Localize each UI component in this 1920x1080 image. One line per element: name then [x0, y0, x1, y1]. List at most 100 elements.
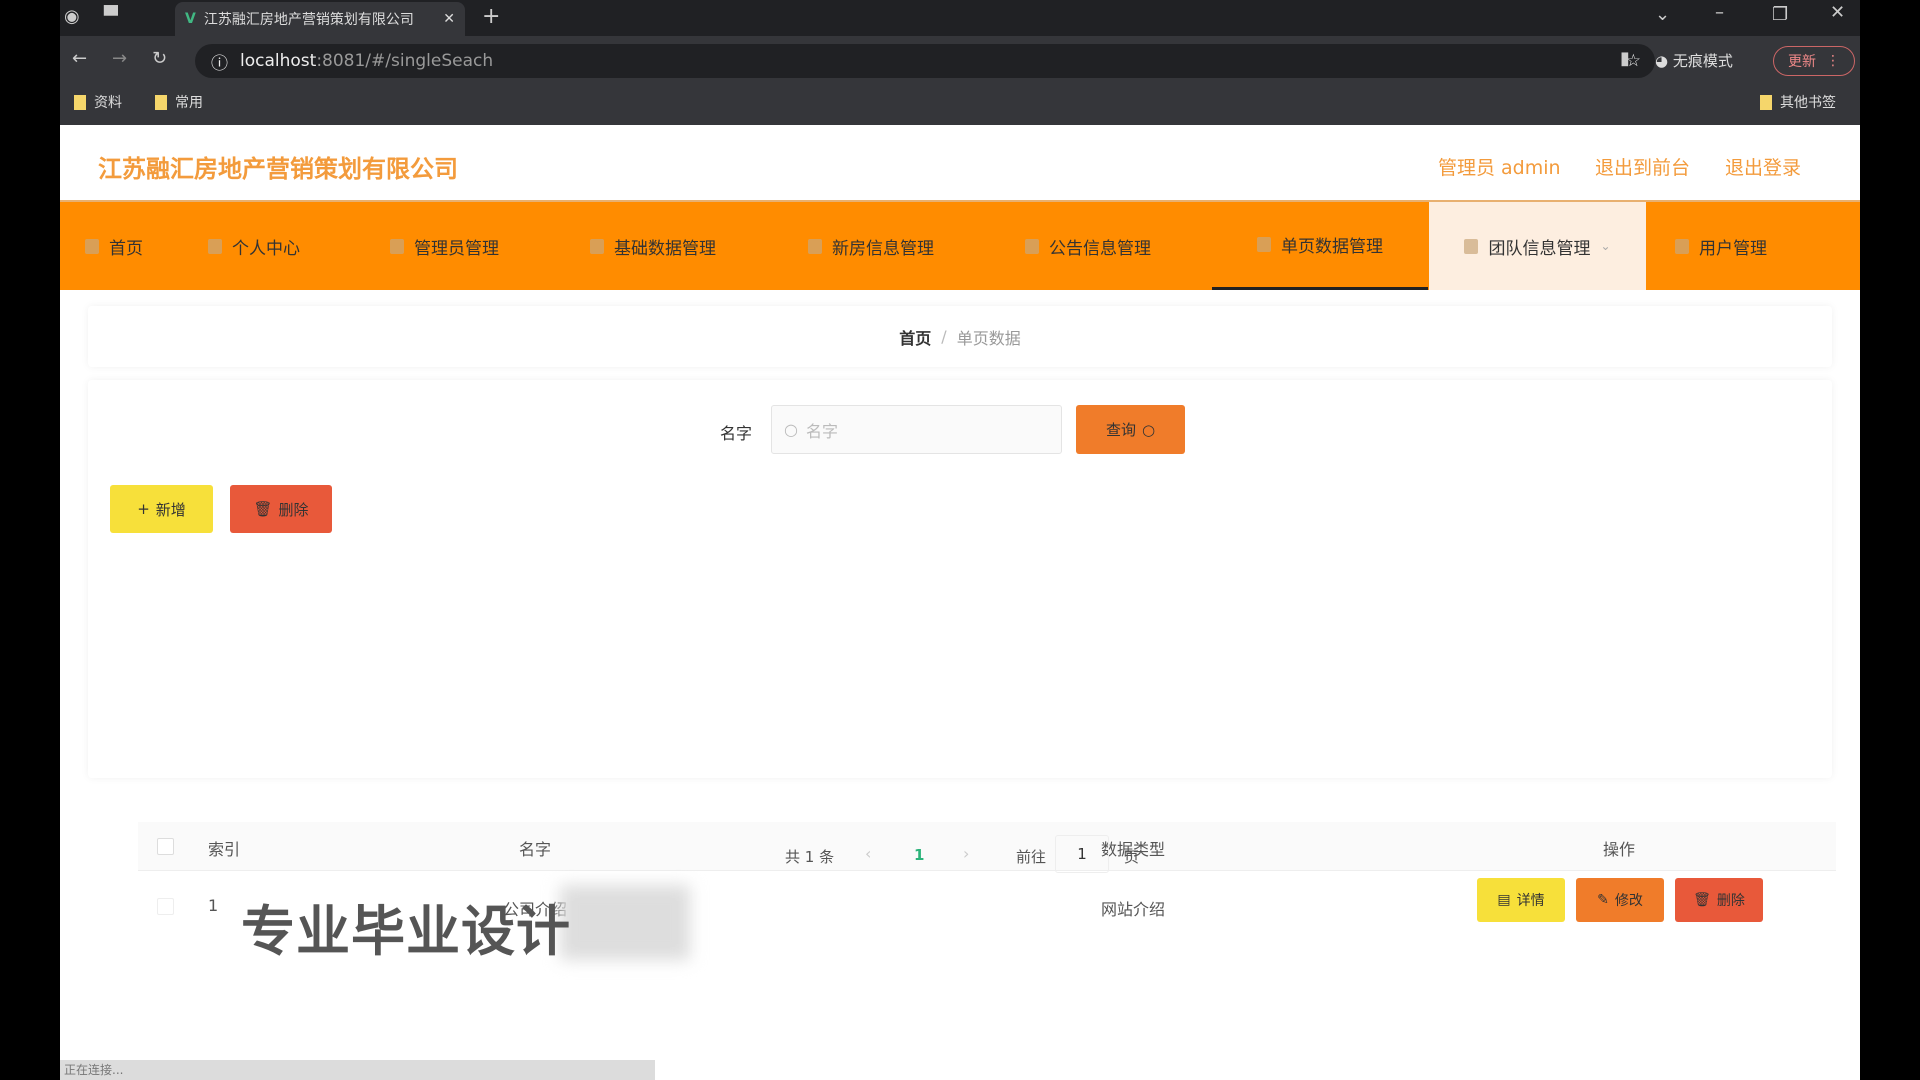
data-icon	[590, 238, 604, 254]
other-bookmarks[interactable]: 其他书签	[1760, 92, 1836, 112]
select-all-checkbox[interactable]	[157, 838, 174, 855]
nav-new-house[interactable]: 新房信息管理	[808, 202, 934, 290]
blurred-overlay	[560, 885, 690, 960]
pagination-total: 共 1 条	[785, 848, 835, 866]
nav-label: 公告信息管理	[1049, 238, 1151, 259]
notice-icon	[1025, 238, 1039, 254]
browser-tab[interactable]: V 江苏融汇房地产营销策划有限公司 ✕	[175, 2, 465, 36]
tab-title: 江苏融汇房地产营销策划有限公司	[203, 12, 414, 28]
page-icon	[1257, 237, 1271, 252]
goto-page-input[interactable]: 1	[1055, 835, 1109, 873]
nav-label: 用户管理	[1699, 238, 1767, 259]
nav-label: 基础数据管理	[614, 238, 716, 259]
watermark: 专业毕业设计	[241, 900, 571, 963]
incognito-label: 无痕模式	[1672, 52, 1733, 70]
minimize-icon[interactable]: –	[1715, 2, 1724, 23]
add-label: 新增	[155, 500, 186, 519]
nav-label: 单页数据管理	[1281, 237, 1383, 257]
bookmark-2[interactable]: 常用	[155, 92, 203, 112]
edit-icon: ✎	[1597, 892, 1609, 908]
bookmark-label: 常用	[175, 95, 203, 111]
nav-label: 新房信息管理	[832, 238, 934, 259]
site-header: 江苏融汇房地产营销策划有限公司 管理员 admin 退出到前台 退出登录	[60, 125, 1860, 202]
nav-admin[interactable]: 管理员管理	[390, 202, 499, 290]
plus-icon: +	[137, 500, 150, 518]
cell-index: 1	[208, 896, 219, 915]
row-delete-button[interactable]: 🗑 删除	[1675, 878, 1763, 922]
name-search-input[interactable]: ○ 名字	[771, 405, 1062, 454]
url-host: localhost	[240, 51, 317, 71]
main-panel: 名字 ○ 名字 查询 ○ + 新增 🗑 删除 索引 名字 数据类型 操作 1 公司介绍 …	[88, 380, 1836, 922]
tab-search-icon[interactable]: ▀	[104, 6, 118, 27]
users-icon	[1675, 238, 1689, 254]
address-bar[interactable]: ⓘ localhost:8081/#/singleSeach ☆	[195, 44, 1655, 78]
restore-icon[interactable]: ❐	[1772, 4, 1788, 25]
trash-icon: 🗑	[253, 500, 273, 518]
breadcrumb-current: 单页数据	[956, 328, 1021, 348]
page-number-current[interactable]: 1	[914, 846, 924, 864]
edit-label: 修改	[1614, 893, 1643, 909]
forward-icon[interactable]: →	[112, 48, 127, 69]
incognito-indicator[interactable]: ◕ 无痕模式	[1655, 50, 1733, 71]
nav-basic-data[interactable]: 基础数据管理	[590, 202, 716, 290]
tab-strip: ◉ ▀ V 江苏融汇房地产营销策划有限公司 ✕ + ⌄ – ❐ ✕	[60, 0, 1860, 36]
close-tab-icon[interactable]: ✕	[443, 11, 455, 27]
query-button[interactable]: 查询 ○	[1076, 405, 1185, 454]
to-front-link[interactable]: 退出到前台	[1595, 153, 1690, 180]
doc-icon: ▤	[1497, 892, 1511, 908]
search-label: 名字	[720, 424, 753, 443]
nav-home[interactable]: 首页	[85, 202, 143, 290]
admin-icon	[390, 238, 404, 254]
logout-link[interactable]: 退出登录	[1725, 153, 1801, 180]
folder-icon	[155, 94, 167, 110]
detail-button[interactable]: ▤ 详情	[1477, 878, 1565, 922]
house-icon	[808, 238, 822, 254]
update-button[interactable]: 更新 ⋮	[1773, 46, 1855, 76]
search-icon: ○	[784, 420, 798, 439]
user-icon	[208, 238, 222, 254]
close-window-icon[interactable]: ✕	[1830, 2, 1845, 23]
info-icon[interactable]: ⓘ	[211, 49, 228, 74]
prev-page-icon[interactable]: ‹	[865, 844, 871, 863]
breadcrumb: 首页 / 单页数据	[88, 306, 1832, 367]
sidebar-icon[interactable]: ▮	[1620, 48, 1630, 69]
breadcrumb-home[interactable]: 首页	[899, 325, 931, 349]
nav-single-page[interactable]: 单页数据管理	[1212, 202, 1428, 290]
header-index: 索引	[208, 840, 241, 859]
globe-icon[interactable]: ◉	[64, 6, 80, 27]
goto-label: 前往	[1016, 848, 1047, 866]
row-checkbox[interactable]	[157, 898, 174, 915]
update-label: 更新	[1788, 54, 1816, 70]
breadcrumb-separator: /	[941, 327, 947, 346]
search-icon: ○	[1141, 420, 1156, 439]
status-bar: 正在连接...	[60, 1060, 655, 1080]
batch-delete-button[interactable]: 🗑 删除	[230, 485, 332, 533]
chevron-down-icon[interactable]: ⌄	[1655, 4, 1670, 25]
next-page-icon[interactable]: ›	[963, 844, 969, 863]
bookmark-label: 资料	[94, 95, 122, 111]
new-tab-icon[interactable]: +	[482, 4, 500, 29]
nav-label: 个人中心	[232, 238, 300, 259]
detail-label: 详情	[1516, 893, 1545, 909]
folder-icon	[74, 94, 86, 110]
other-bookmarks-label: 其他书签	[1780, 95, 1836, 111]
admin-label: 管理员 admin	[1438, 157, 1561, 179]
nav-label: 首页	[109, 238, 143, 259]
team-icon	[1464, 238, 1479, 254]
bookmark-1[interactable]: 资料	[74, 92, 122, 112]
trash-icon: 🗑	[1693, 892, 1711, 908]
table-header: 索引 名字 数据类型 操作	[138, 822, 1836, 871]
nav-notice[interactable]: 公告信息管理	[1025, 202, 1151, 290]
main-nav: 首页 个人中心 管理员管理 基础数据管理 新房信息管理 公告信息管理 单页数据管…	[60, 202, 1860, 290]
edit-button[interactable]: ✎ 修改	[1576, 878, 1664, 922]
nav-label: 团队信息管理	[1488, 238, 1591, 259]
back-icon[interactable]: ←	[72, 48, 87, 69]
browser-chrome: ◉ ▀ V 江苏融汇房地产营销策划有限公司 ✕ + ⌄ – ❐ ✕ ← → ↻ …	[60, 0, 1860, 125]
add-button[interactable]: + 新增	[110, 485, 213, 533]
nav-users[interactable]: 用户管理	[1675, 202, 1767, 290]
cell-type: 网站介绍	[1100, 900, 1166, 919]
nav-team[interactable]: 团队信息管理 ⌄	[1429, 202, 1646, 290]
home-icon	[85, 238, 99, 254]
nav-profile[interactable]: 个人中心	[208, 202, 300, 290]
reload-icon[interactable]: ↻	[152, 48, 167, 69]
